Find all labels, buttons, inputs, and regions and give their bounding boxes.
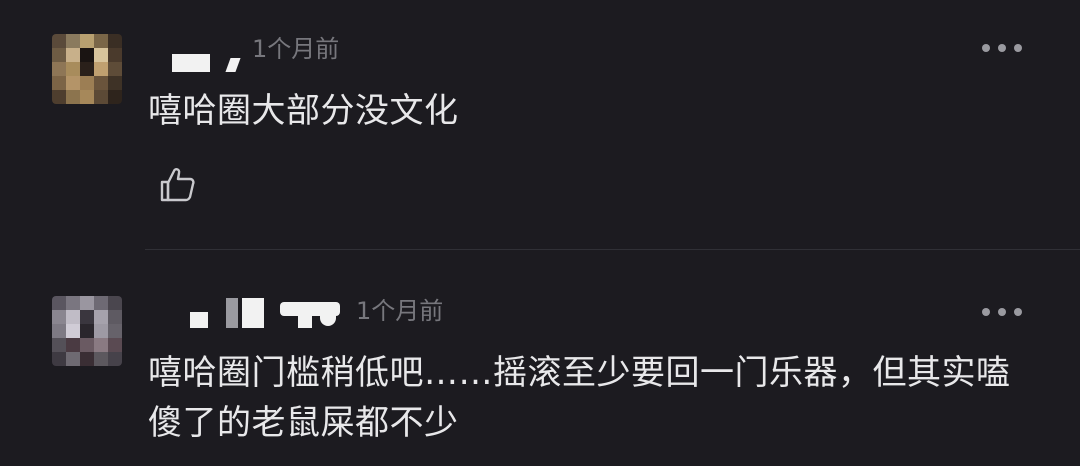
avatar-pixel — [52, 90, 66, 104]
avatar-pixel — [80, 34, 94, 48]
avatar-pixel — [108, 48, 122, 62]
avatar-pixel — [94, 352, 108, 366]
avatar-pixel — [80, 62, 94, 76]
username-redacted[interactable] — [172, 48, 252, 78]
avatar[interactable] — [52, 296, 122, 366]
dot-icon — [998, 44, 1006, 52]
avatar-pixel — [52, 324, 66, 338]
like-button[interactable] — [158, 164, 198, 204]
avatar-pixel — [94, 76, 108, 90]
avatar-pixel — [108, 324, 122, 338]
dot-icon — [982, 44, 990, 52]
avatar-pixel — [66, 338, 80, 352]
avatar-pixel — [52, 76, 66, 90]
thumbs-up-icon — [160, 168, 195, 202]
avatar-pixel — [94, 62, 108, 76]
avatar-pixel — [108, 76, 122, 90]
comment-time: 1个月前 — [252, 35, 340, 63]
dot-icon — [1014, 308, 1022, 316]
avatar-pixel — [52, 352, 66, 366]
comment-time: 1个月前 — [356, 297, 444, 325]
avatar-pixel — [52, 34, 66, 48]
avatar-pixel — [52, 48, 66, 62]
more-options-button[interactable] — [982, 42, 1022, 54]
avatar-pixel — [80, 352, 94, 366]
avatar-pixel — [66, 324, 80, 338]
avatar-pixel — [94, 296, 108, 310]
avatar-pixel — [108, 296, 122, 310]
avatar-pixel — [66, 34, 80, 48]
avatar-pixel — [80, 324, 94, 338]
comment-text: 嘻哈圈大部分没文化 — [148, 91, 459, 131]
comment-item: 1个月前 嘻哈圈门槛稍低吧……摇滚至少要回一门乐器，但其实嗑傻了的老鼠屎都不少 — [0, 250, 1080, 466]
dot-icon — [982, 308, 990, 316]
avatar-pixel — [94, 48, 108, 62]
avatar-pixel — [80, 48, 94, 62]
avatar-pixel — [108, 62, 122, 76]
avatar-pixel — [94, 310, 108, 324]
avatar-pixel — [108, 90, 122, 104]
avatar-pixel — [66, 62, 80, 76]
avatar-pixel — [66, 90, 80, 104]
avatar-pixel — [80, 76, 94, 90]
avatar-pixel — [80, 296, 94, 310]
avatar-pixel — [94, 90, 108, 104]
comment-item: 1个月前 嘻哈圈大部分没文化 — [0, 0, 1080, 249]
dot-icon — [1014, 44, 1022, 52]
avatar-pixel — [52, 62, 66, 76]
avatar-pixel — [94, 338, 108, 352]
avatar-pixel — [52, 338, 66, 352]
avatar-pixel — [66, 296, 80, 310]
avatar-pixel — [52, 296, 66, 310]
avatar-pixel — [94, 324, 108, 338]
avatar-pixel — [66, 352, 80, 366]
avatar-pixel — [108, 310, 122, 324]
comment-text: 嘻哈圈门槛稍低吧……摇滚至少要回一门乐器，但其实嗑傻了的老鼠屎都不少 — [148, 353, 1011, 443]
avatar-pixel — [108, 34, 122, 48]
dot-icon — [998, 308, 1006, 316]
avatar-pixel — [66, 76, 80, 90]
avatar-pixel — [108, 352, 122, 366]
avatar-pixel — [66, 48, 80, 62]
username-redacted[interactable] — [190, 298, 350, 328]
avatar-pixel — [108, 338, 122, 352]
avatar-pixel — [52, 310, 66, 324]
avatar-pixel — [80, 338, 94, 352]
avatar-pixel — [66, 310, 80, 324]
avatar[interactable] — [52, 34, 122, 104]
avatar-pixel — [80, 310, 94, 324]
avatar-pixel — [80, 90, 94, 104]
more-options-button[interactable] — [982, 306, 1022, 318]
avatar-pixel — [94, 34, 108, 48]
